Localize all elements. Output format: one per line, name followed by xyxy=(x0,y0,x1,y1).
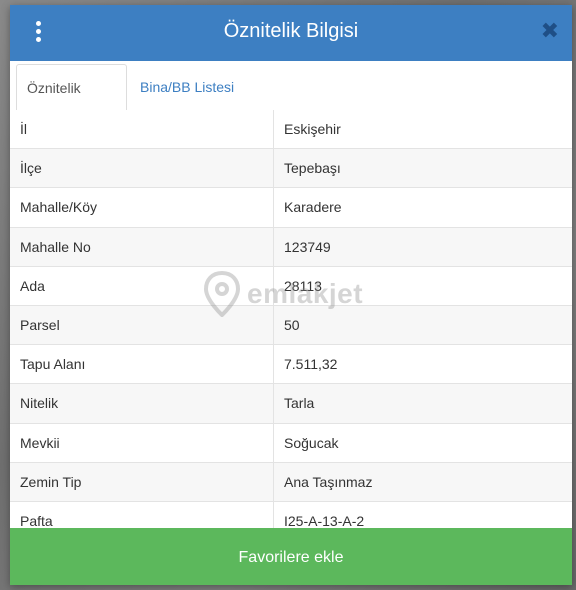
table-row: Tapu Alanı 7.511,32 xyxy=(10,345,572,385)
tab-bar: Öznitelik Bilgisi Bina/BB Listesi xyxy=(10,64,572,142)
table-row: Mahalle/Köy Karadere xyxy=(10,188,572,228)
tab-building-list[interactable]: Bina/BB Listesi xyxy=(130,64,244,110)
attribute-table: İl Eskişehir İlçe Tepebaşı Mahalle/Köy K… xyxy=(10,110,572,542)
add-to-favorites-button[interactable]: Favorilere ekle xyxy=(10,528,572,585)
table-row: Mahalle No 123749 xyxy=(10,227,572,267)
attribute-key: Ada xyxy=(10,266,274,305)
attribute-value: Karadere xyxy=(284,199,342,216)
attribute-key: Zemin Tip xyxy=(10,462,274,501)
table-row: Mevkii Soğucak xyxy=(10,423,572,463)
table-row: Nitelik Tarla xyxy=(10,384,572,424)
attribute-value: Ana Taşınmaz xyxy=(284,473,373,490)
table-row: İl Eskişehir xyxy=(10,110,572,150)
modal-header: Öznitelik Bilgisi ✖ xyxy=(10,5,572,61)
attribute-key: Mahalle No xyxy=(10,227,274,266)
attribute-value: Tepebaşı xyxy=(284,160,341,177)
attribute-value: Soğucak xyxy=(284,434,339,451)
table-row: İlçe Tepebaşı xyxy=(10,149,572,189)
attribute-info-modal: Öznitelik Bilgisi ✖ Öznitelik Bilgisi Bi… xyxy=(10,5,572,585)
attribute-key: İl xyxy=(10,110,274,149)
table-row: Zemin Tip Ana Taşınmaz xyxy=(10,462,572,502)
table-row: Ada 28113 xyxy=(10,266,572,306)
table-row: Parsel 50 xyxy=(10,305,572,346)
attribute-value: 50 xyxy=(284,316,300,333)
attribute-key: İlçe xyxy=(10,149,274,188)
attribute-key: Parsel xyxy=(10,305,274,345)
tab-attribute-info[interactable]: Öznitelik Bilgisi xyxy=(16,64,127,142)
attribute-key: Nitelik xyxy=(10,384,274,423)
close-icon[interactable]: ✖ xyxy=(541,17,559,45)
attribute-key: Mevkii xyxy=(10,423,274,462)
attribute-key: Mahalle/Köy xyxy=(10,188,274,227)
attribute-value: 7.511,32 xyxy=(284,356,338,373)
attribute-value: Tarla xyxy=(284,395,315,412)
modal-title: Öznitelik Bilgisi xyxy=(223,20,359,42)
attribute-value: 28113 xyxy=(284,277,322,294)
attribute-value: 123749 xyxy=(284,238,331,255)
attribute-value: Eskişehir xyxy=(284,121,341,137)
attribute-key: Tapu Alanı xyxy=(10,345,274,384)
